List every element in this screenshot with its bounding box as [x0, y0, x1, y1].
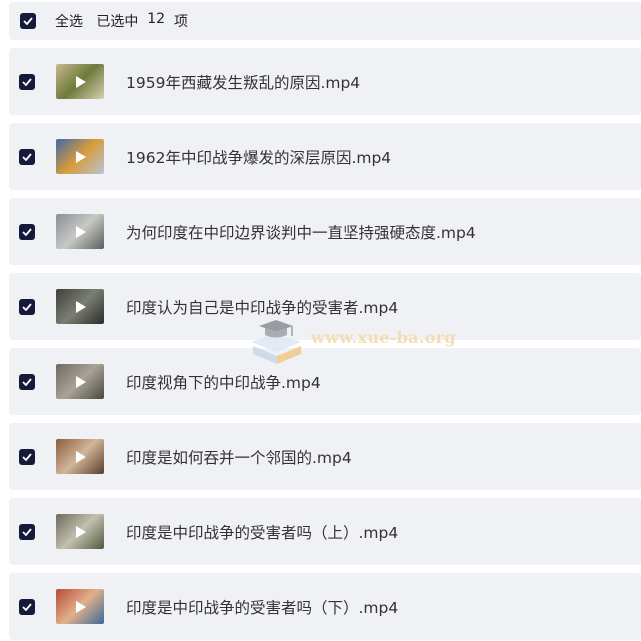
file-selection-page: 全选 已选中 12 项 1959年西藏发生叛乱的原因.mp4 1962年中印战争爆…: [0, 0, 641, 641]
file-row[interactable]: 印度认为自己是中印战争的受害者.mp4: [9, 273, 641, 340]
file-row[interactable]: 印度是中印战争的受害者吗（上）.mp4: [9, 498, 641, 565]
file-name[interactable]: 印度是中印战争的受害者吗（上）.mp4: [126, 521, 398, 543]
video-thumbnail[interactable]: [56, 364, 104, 399]
play-icon: [76, 525, 86, 538]
video-thumbnail[interactable]: [56, 139, 104, 174]
play-icon: [76, 75, 86, 88]
file-row[interactable]: 为何印度在中印边界谈判中一直坚持强硬态度.mp4: [9, 198, 641, 265]
file-name[interactable]: 印度是如何吞并一个邻国的.mp4: [126, 446, 352, 468]
file-checkbox[interactable]: [19, 223, 35, 240]
video-thumbnail[interactable]: [56, 214, 104, 249]
play-icon: [76, 300, 86, 313]
file-checkbox[interactable]: [19, 523, 35, 540]
play-icon: [76, 375, 86, 388]
file-checkbox[interactable]: [19, 73, 35, 90]
select-all-checkbox[interactable]: [20, 13, 36, 29]
file-checkbox[interactable]: [19, 373, 35, 390]
checkmark-icon: [22, 227, 32, 236]
file-name[interactable]: 印度视角下的中印战争.mp4: [126, 371, 321, 393]
play-icon: [76, 225, 86, 238]
file-name[interactable]: 为何印度在中印边界谈判中一直坚持强硬态度.mp4: [126, 221, 476, 243]
checkmark-icon: [22, 527, 32, 536]
video-thumbnail[interactable]: [56, 589, 104, 624]
file-checkbox[interactable]: [19, 298, 35, 315]
selected-suffix: 项: [174, 14, 188, 30]
video-thumbnail[interactable]: [56, 289, 104, 324]
play-icon: [76, 600, 86, 613]
selected-count: 12: [147, 11, 166, 27]
file-row[interactable]: 印度是如何吞并一个邻国的.mp4: [9, 423, 641, 490]
file-name[interactable]: 印度是中印战争的受害者吗（下）.mp4: [126, 596, 398, 618]
file-name[interactable]: 印度认为自己是中印战争的受害者.mp4: [126, 296, 398, 318]
checkmark-icon: [22, 602, 32, 611]
checkmark-icon: [22, 77, 32, 86]
file-row[interactable]: 印度是中印战争的受害者吗（下）.mp4: [9, 573, 641, 640]
play-icon: [76, 450, 86, 463]
selection-summary: 全选 已选中 12 项: [55, 11, 188, 31]
video-thumbnail[interactable]: [56, 514, 104, 549]
select-all-label[interactable]: 全选: [55, 11, 83, 31]
file-row[interactable]: 印度视角下的中印战争.mp4: [9, 348, 641, 415]
video-thumbnail[interactable]: [56, 439, 104, 474]
checkmark-icon: [23, 17, 33, 25]
file-name[interactable]: 1959年西藏发生叛乱的原因.mp4: [126, 71, 360, 93]
checkmark-icon: [22, 452, 32, 461]
select-all-bar: 全选 已选中 12 项: [9, 2, 641, 40]
selected-prefix: 已选中: [96, 14, 139, 30]
checkmark-icon: [22, 377, 32, 386]
file-checkbox[interactable]: [19, 148, 35, 165]
play-icon: [76, 150, 86, 163]
file-checkbox[interactable]: [19, 598, 35, 615]
file-row[interactable]: 1959年西藏发生叛乱的原因.mp4: [9, 48, 641, 115]
checkmark-icon: [22, 152, 32, 161]
checkmark-icon: [22, 302, 32, 311]
file-row[interactable]: 1962年中印战争爆发的深层原因.mp4: [9, 123, 641, 190]
video-thumbnail[interactable]: [56, 64, 104, 99]
file-name[interactable]: 1962年中印战争爆发的深层原因.mp4: [126, 146, 391, 168]
file-checkbox[interactable]: [19, 448, 35, 465]
